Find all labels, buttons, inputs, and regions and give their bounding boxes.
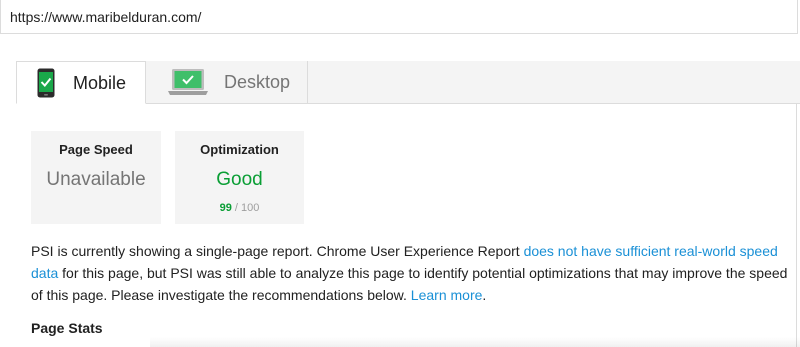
page-stats-heading: Page Stats [31,320,103,336]
tab-desktop[interactable]: Desktop [146,61,308,103]
url-text: https://www.maribelduran.com/ [10,9,202,25]
page-speed-title: Page Speed [59,142,133,157]
report-info-text: PSI is currently showing a single-page r… [31,240,795,306]
tab-mobile[interactable]: Mobile [16,61,146,104]
scroll-shadow [150,337,800,347]
optimization-score-value: 99 [219,202,232,214]
learn-more-link[interactable]: Learn more [411,287,483,303]
optimization-title: Optimization [200,142,279,157]
info-text-after: . [482,287,487,303]
phone-check-icon [37,68,55,103]
page-speed-value: Unavailable [46,169,146,190]
page-speed-card: Page Speed Unavailable [31,131,161,224]
content-divider [796,103,797,347]
laptop-check-icon [168,68,208,101]
info-text-before: PSI is currently showing a single-page r… [31,243,524,259]
tab-mobile-label: Mobile [73,73,127,93]
optimization-score: 99 / 100 [175,202,304,214]
info-text-middle: for this page, but PSI was still able to… [31,265,788,303]
device-tabs: Mobile Desktop [16,61,800,104]
tab-desktop-label: Desktop [224,72,291,92]
url-field[interactable]: https://www.maribelduran.com/ [0,0,798,34]
optimization-score-max: / 100 [234,202,260,214]
optimization-card: Optimization Good 99 / 100 [175,131,304,224]
optimization-value: Good [216,169,263,190]
